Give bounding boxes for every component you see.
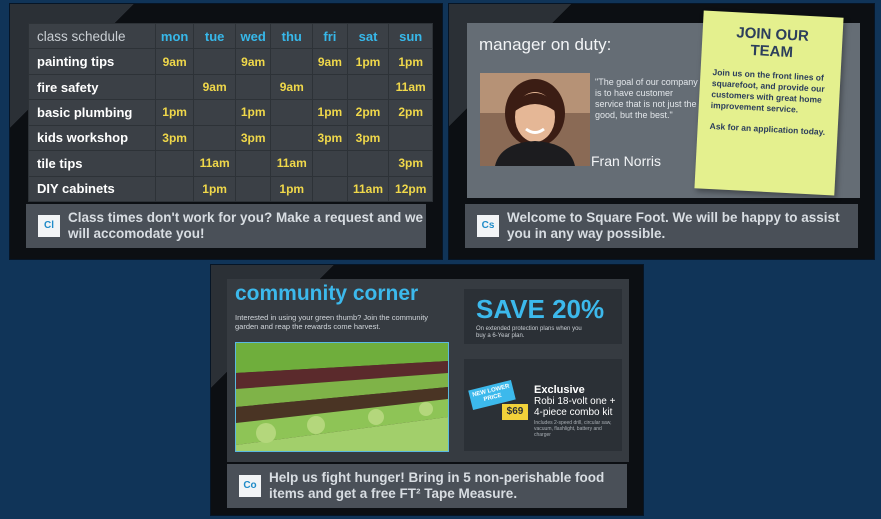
day-header: mon — [154, 22, 195, 50]
join-team-sticky-note: JOIN OUR TEAM Join us on the front lines… — [694, 10, 844, 196]
schedule-header-row: class schedule mon tue wed thu fri sat s… — [28, 22, 433, 50]
day-header: sat — [346, 22, 390, 50]
schedule-header-label: class schedule — [28, 22, 156, 50]
class-time — [270, 99, 314, 126]
class-time: 11am — [388, 73, 433, 101]
manager-name: Fran Norris — [591, 153, 662, 169]
class-time: 1pm — [270, 175, 314, 203]
class-name: DIY cabinets — [28, 175, 156, 203]
class-time — [193, 124, 236, 152]
portrait-icon — [480, 73, 590, 166]
community-title: community corner — [235, 282, 419, 305]
class-time: 3pm — [234, 124, 272, 152]
class-name: basic plumbing — [28, 99, 156, 126]
class-time: 11am — [270, 150, 314, 177]
class-time: 3pm — [346, 124, 390, 152]
class-time — [270, 124, 314, 152]
save-fineprint: On extended protection plans when you bu… — [476, 326, 582, 339]
schedule-row: tile tips 11am 11am 3pm — [28, 150, 433, 177]
schedule-footer: Cl Class times don't work for you? Make … — [26, 204, 426, 248]
class-time — [234, 150, 272, 177]
class-name: kids workshop — [28, 124, 156, 152]
schedule-row: fire safety 9am 9am 11am — [28, 73, 433, 101]
class-time: 2pm — [346, 99, 390, 126]
schedule-row: DIY cabinets 1pm 1pm 11am 12pm — [28, 175, 433, 203]
class-time: 3pm — [388, 150, 433, 177]
class-time: 9am — [193, 73, 236, 101]
class-time: 3pm — [154, 124, 195, 152]
class-time: 2pm — [388, 99, 433, 126]
garden-photo — [235, 342, 449, 452]
store-logo-icon: Cs — [477, 215, 499, 237]
note-title: JOIN OUR TEAM — [735, 24, 810, 62]
class-time — [234, 73, 272, 101]
manager-footer-text: Welcome to Square Foot. We will be happy… — [507, 210, 840, 241]
community-panel: community corner Interested in using you… — [227, 279, 629, 462]
price-tag: $69 — [502, 404, 528, 420]
note-body: Join us on the front lines of squarefoot… — [710, 67, 825, 115]
class-time: 1pm — [346, 48, 390, 75]
class-time: 3pm — [312, 124, 348, 152]
class-time: 1pm — [154, 99, 195, 126]
class-time: 1pm — [193, 175, 236, 203]
class-time: 9am — [312, 48, 348, 75]
class-time — [154, 150, 195, 177]
community-subtitle: Interested in using your green thumb? Jo… — [235, 313, 429, 331]
class-time — [154, 73, 195, 101]
store-logo-icon: Co — [239, 475, 261, 497]
class-time — [234, 175, 272, 203]
save-headline: SAVE 20% — [476, 294, 605, 324]
manager-photo — [480, 73, 590, 166]
class-time — [312, 175, 348, 203]
save-promo: SAVE 20% On extended protection plans wh… — [464, 289, 622, 344]
exclusive-fineprint: Includes 2-speed drill, circular saw, va… — [534, 420, 612, 438]
class-time: 1pm — [388, 48, 433, 75]
class-time: 11am — [193, 150, 236, 177]
day-header: sun — [388, 22, 433, 50]
class-time: 1pm — [234, 99, 272, 126]
community-footer-text: Help us fight hunger! Bring in 5 non-per… — [269, 470, 605, 501]
schedule-row: painting tips 9am 9am 9am 1pm 1pm — [28, 48, 433, 75]
community-footer: Co Help us fight hunger! Bring in 5 non-… — [227, 464, 627, 508]
manager-heading: manager on duty: — [479, 35, 612, 54]
class-time: 1pm — [312, 99, 348, 126]
class-time: 9am — [270, 73, 314, 101]
class-time: 9am — [234, 48, 272, 75]
class-time — [270, 48, 314, 75]
day-header: tue — [193, 22, 236, 50]
class-name: painting tips — [28, 48, 156, 75]
class-time — [193, 99, 236, 126]
class-schedule-screen: class schedule mon tue wed thu fri sat s… — [10, 4, 442, 259]
schedule-row: kids workshop 3pm 3pm 3pm 3pm — [28, 124, 433, 152]
schedule-row: basic plumbing 1pm 1pm 1pm 2pm 2pm — [28, 99, 433, 126]
class-time: 11am — [346, 175, 390, 203]
class-time — [312, 150, 348, 177]
schedule-footer-text: Class times don't work for you? Make a r… — [68, 210, 424, 241]
day-header: wed — [234, 22, 272, 50]
manager-quote: "The goal of our company is to have cust… — [595, 77, 698, 120]
class-time — [388, 124, 433, 152]
day-header: fri — [312, 22, 348, 50]
class-time — [346, 73, 390, 101]
manager-footer: Cs Welcome to Square Foot. We will be ha… — [465, 204, 858, 248]
note-ask: Ask for an application today. — [709, 120, 826, 137]
day-header: thu — [270, 22, 314, 50]
class-time: 12pm — [388, 175, 433, 203]
class-time — [154, 175, 195, 203]
class-time — [312, 73, 348, 101]
class-time: 9am — [154, 48, 195, 75]
exclusive-title: Exclusive — [534, 384, 585, 396]
class-time — [193, 48, 236, 75]
exclusive-promo: NEW LOWER PRICE $69 Exclusive Robi 18-vo… — [464, 359, 622, 451]
manager-on-duty-screen: manager on duty: "The goal of our compan… — [449, 4, 874, 259]
class-name: fire safety — [28, 73, 156, 101]
exclusive-description: Robi 18-volt one + 4-piece combo kit — [534, 396, 616, 418]
class-time — [346, 150, 390, 177]
community-corner-screen: community corner Interested in using you… — [211, 265, 643, 515]
store-logo-icon: Cl — [38, 215, 60, 237]
schedule-table: class schedule mon tue wed thu fri sat s… — [28, 22, 433, 203]
garden-image-icon — [236, 343, 448, 451]
class-name: tile tips — [28, 150, 156, 177]
